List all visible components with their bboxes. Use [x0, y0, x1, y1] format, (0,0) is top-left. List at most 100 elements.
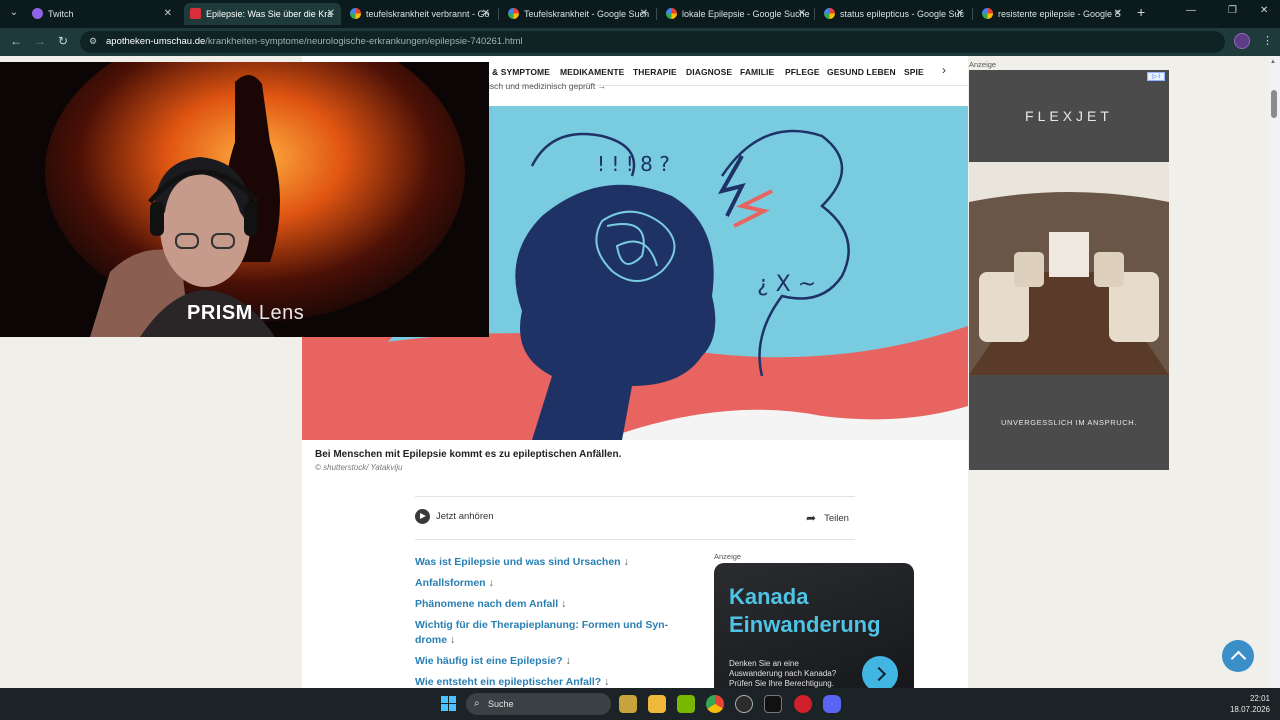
nav-next-chevron-icon[interactable]: ›: [942, 63, 946, 77]
prism-lens-watermark: PRISM Lens: [187, 302, 305, 324]
menu-kebab-icon[interactable]: ⋮: [1262, 34, 1273, 47]
nav-item-familie[interactable]: FAMILIE: [740, 67, 774, 77]
tab-resistente-epilepsie[interactable]: resistente epilepsie - Google S ✕: [976, 3, 1128, 25]
url-text: apotheken-umschau.de/krankheiten-symptom…: [106, 36, 523, 47]
toc-link[interactable]: Wie entsteht ein epileptischer Anfall? ↓: [415, 675, 695, 688]
profile-avatar[interactable]: [1234, 33, 1250, 49]
close-tab-icon[interactable]: ✕: [640, 3, 648, 25]
search-icon: ⌕: [474, 698, 480, 709]
obs-icon[interactable]: [735, 695, 753, 713]
image-credit: © shutterstock/ Yatakviju: [315, 463, 403, 472]
twitch-favicon-icon: [32, 8, 43, 19]
tab-twitch[interactable]: Twitch ✕: [26, 3, 178, 25]
jet-cabin-image: [969, 162, 1169, 375]
tab-title: teufelskrankheit verbrannt - Go: [366, 9, 490, 19]
toc-link[interactable]: Wie häufig ist eine Epilepsie? ↓: [415, 654, 695, 669]
svg-text:! ! ! 8 ?: ! ! ! 8 ?: [597, 152, 670, 176]
new-tab-icon[interactable]: +: [1137, 4, 1145, 20]
scroll-to-top-button[interactable]: [1222, 640, 1254, 672]
close-tab-icon[interactable]: ✕: [1114, 3, 1122, 25]
chevron-right-icon[interactable]: [862, 656, 898, 688]
close-tab-icon[interactable]: ✕: [164, 3, 172, 25]
kanada-ad-title: Kanada Einwanderung: [729, 584, 881, 637]
share-label: Teilen: [824, 512, 849, 524]
reload-icon[interactable]: ↻: [58, 34, 68, 48]
discord-icon[interactable]: [823, 695, 841, 713]
tab-title: Twitch: [48, 9, 74, 19]
tab-title: lokale Epilepsie - Google Suche: [682, 9, 810, 19]
close-tab-icon[interactable]: ✕: [798, 3, 806, 25]
tab-lokale-epilepsie[interactable]: lokale Epilepsie - Google Suche ✕: [660, 3, 812, 25]
tab-teufelskrankheit[interactable]: Teufelskrankheit - Google Such ✕: [502, 3, 654, 25]
windows-start-icon[interactable]: [441, 696, 456, 711]
listen-button[interactable]: Jetzt anhören: [415, 508, 494, 524]
nav-item-diagnose[interactable]: DIAGNOSE: [686, 67, 732, 77]
cpu-z-icon[interactable]: [619, 695, 637, 713]
flexjet-ad[interactable]: ▷ i FLEXJET UNVERGESSLICH IM ANSPRUCH.: [969, 70, 1169, 470]
divider: [415, 539, 855, 540]
divider: [415, 496, 855, 497]
play-icon: [415, 508, 430, 524]
nav-item-medikamente[interactable]: MEDIKAMENTE: [560, 67, 624, 77]
close-window-icon[interactable]: ✕: [1260, 5, 1268, 16]
file-explorer-icon[interactable]: [648, 695, 666, 713]
address-bar[interactable]: ⚙ apotheken-umschau.de/krankheiten-sympt…: [80, 31, 1225, 53]
tab-separator: [656, 8, 657, 20]
browser-toolbar: ← → ↻ ⚙ apotheken-umschau.de/krankheiten…: [0, 28, 1280, 56]
forward-icon[interactable]: →: [34, 34, 46, 48]
nav-item-gesund-leben[interactable]: GESUND LEBEN: [827, 67, 896, 77]
scroll-up-icon[interactable]: ▲: [1270, 59, 1276, 65]
flexjet-logo: FLEXJET: [1025, 108, 1113, 124]
table-of-contents: Was ist Epilepsie und was sind Ursachen …: [415, 555, 695, 688]
image-caption: Bei Menschen mit Epilepsie kommt es zu e…: [315, 449, 622, 460]
toc-link[interactable]: Phänomene nach dem Anfall ↓: [415, 597, 695, 612]
tab-teufelskrankheit-verbrannt[interactable]: teufelskrankheit verbrannt - Go ✕: [344, 3, 496, 25]
kanada-ad-text: Denken Sie an eine Auswanderung nach Kan…: [729, 659, 837, 688]
page-scrollbar[interactable]: ▲: [1268, 56, 1280, 688]
close-tab-icon[interactable]: ✕: [956, 3, 964, 25]
taskbar: ⌕ Suche 22:01 18.07.2026: [0, 688, 1280, 720]
tab-status-epilepticus[interactable]: status epilepticus - Google Suc ✕: [818, 3, 970, 25]
adchoices-icon[interactable]: ▷ i: [1147, 72, 1165, 81]
tab-search-icon[interactable]: ⌄: [6, 5, 22, 21]
flexjet-slogan: UNVERGESSLICH IM ANSPRUCH.: [1000, 418, 1138, 427]
minimize-icon[interactable]: —: [1186, 5, 1196, 16]
taskbar-search[interactable]: ⌕ Suche: [466, 693, 611, 715]
google-favicon-icon: [508, 8, 519, 19]
chrome-icon[interactable]: [706, 695, 724, 713]
opera-icon[interactable]: [794, 695, 812, 713]
apotheken-umschau-favicon-icon: [190, 8, 201, 19]
share-button[interactable]: ➦ Teilen: [806, 511, 849, 525]
tab-title: Teufelskrankheit - Google Such: [524, 9, 650, 19]
tab-title: resistente epilepsie - Google S: [998, 9, 1121, 19]
tab-title: status epilepticus - Google Suc: [840, 9, 965, 19]
webcam-overlay: PRISM Lens: [0, 62, 489, 337]
kanada-ad[interactable]: Kanada Einwanderung Denken Sie an eine Au…: [714, 563, 914, 688]
system-clock[interactable]: 22:01 18.07.2026: [1226, 693, 1270, 715]
nav-item-pflege[interactable]: PFLEGE: [785, 67, 820, 77]
nav-item-spiele[interactable]: SPIE: [904, 67, 924, 77]
google-favicon-icon: [666, 8, 677, 19]
restore-icon[interactable]: ❐: [1228, 5, 1237, 16]
tab-separator: [972, 8, 973, 20]
back-icon[interactable]: ←: [10, 34, 22, 48]
nav-item-symptome[interactable]: & SYMPTOME: [492, 67, 550, 77]
toc-link[interactable]: Was ist Epilepsie und was sind Ursachen …: [415, 555, 695, 570]
nvidia-icon[interactable]: [677, 695, 695, 713]
ad-label: Anzeige: [714, 552, 742, 561]
close-tab-icon[interactable]: ✕: [482, 3, 490, 25]
app-icon[interactable]: [764, 695, 782, 713]
tab-epilepsie[interactable]: Epilepsie: Was Sie über die Kra ✕: [184, 3, 341, 25]
tab-separator: [814, 8, 815, 20]
listen-label: Jetzt anhören: [436, 510, 494, 522]
close-tab-icon[interactable]: ✕: [327, 3, 335, 25]
site-info-icon[interactable]: ⚙: [89, 36, 101, 48]
scrollbar-thumb[interactable]: [1271, 90, 1277, 118]
google-favicon-icon: [982, 8, 993, 19]
toc-link[interactable]: Anfallsformen ↓: [415, 576, 695, 591]
nav-item-therapie[interactable]: THERAPIE: [633, 67, 677, 77]
google-favicon-icon: [824, 8, 835, 19]
share-arrow-icon: ➦: [806, 511, 817, 525]
toc-link[interactable]: Wichtig für die Therapieplanung: Formen …: [415, 618, 695, 648]
review-subline: isch und medizinisch geprüft →: [488, 81, 607, 91]
